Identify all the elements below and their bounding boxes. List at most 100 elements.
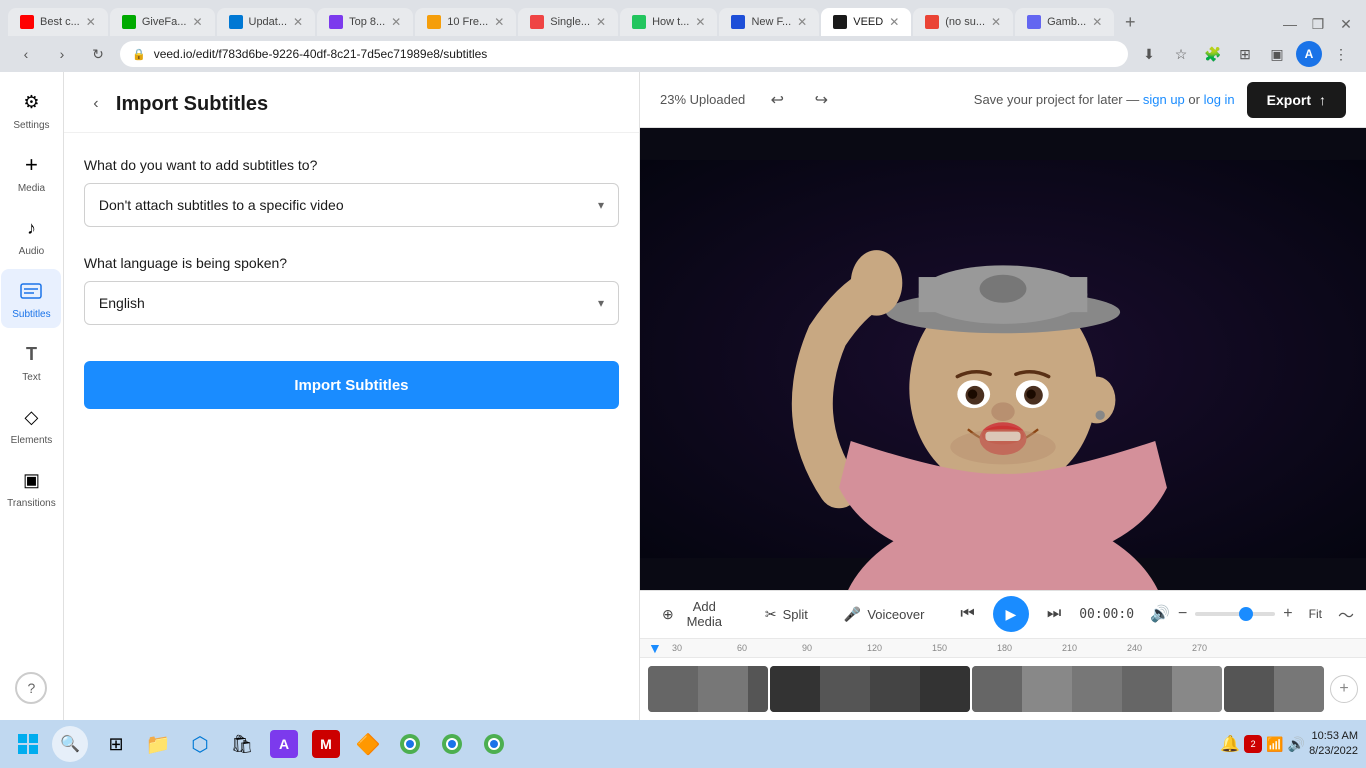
sidebar-item-media[interactable]: + Media — [1, 143, 61, 202]
taskbar-clock[interactable]: 10:53 AM 8/23/2022 — [1309, 729, 1358, 760]
skip-forward-button[interactable]: ⏭ — [1037, 599, 1071, 629]
subtitle-target-select[interactable]: Don't attach subtitles to a specific vid… — [84, 183, 619, 227]
profile-menu-icon[interactable]: ⊞ — [1232, 41, 1258, 67]
sidebar-item-text[interactable]: T Text — [1, 332, 61, 391]
export-button[interactable]: Export ↑ — [1247, 82, 1346, 118]
sidebar-item-elements[interactable]: ◇ Elements — [1, 395, 61, 454]
taskbar-app-taskview[interactable]: ⊞ — [96, 724, 136, 764]
tab-5[interactable]: 10 Fre... ✕ — [415, 8, 516, 36]
skip-back-button[interactable]: ⏮ — [950, 599, 984, 629]
filter-icon: ▼ — [648, 640, 668, 656]
ruler-mark-180: 180 — [993, 643, 1058, 653]
maximize-button[interactable]: ❐ — [1306, 12, 1330, 36]
fit-button[interactable]: Fit — [1301, 603, 1330, 625]
ruler-marks: 30 60 90 120 150 180 210 240 270 — [668, 643, 1358, 653]
profile-avatar[interactable]: A — [1296, 41, 1322, 67]
track-clip-3[interactable] — [972, 666, 1222, 712]
split-button[interactable]: ✂ Split — [755, 600, 818, 629]
track-clip-4[interactable] — [1224, 666, 1324, 712]
tab-1[interactable]: Best c... ✕ — [8, 8, 108, 36]
tab-close-3[interactable]: ✕ — [293, 15, 303, 29]
sidebar-item-settings[interactable]: ⚙ Settings — [1, 80, 61, 139]
tab-6[interactable]: Single... ✕ — [518, 8, 618, 36]
log-in-link[interactable]: log in — [1204, 92, 1235, 107]
new-tab-button[interactable]: + — [1116, 8, 1144, 36]
tab-label-7: How t... — [652, 16, 689, 28]
voiceover-button[interactable]: 🎤 Voiceover — [834, 600, 935, 629]
tab-label-4: Top 8... — [349, 16, 385, 28]
sidebar-toggle-icon[interactable]: ▣ — [1264, 41, 1290, 67]
menu-icon[interactable]: ⋮ — [1328, 41, 1354, 67]
refresh-button[interactable]: ↻ — [84, 40, 112, 68]
tab-3[interactable]: Updat... ✕ — [217, 8, 316, 36]
play-button[interactable]: ▶ — [993, 596, 1029, 632]
taskbar-app-custom1[interactable]: A — [264, 724, 304, 764]
undo-button[interactable]: ↩ — [761, 84, 793, 116]
tab-close-10[interactable]: ✕ — [991, 15, 1001, 29]
taskbar-app-antivirus[interactable]: M — [306, 724, 346, 764]
tab-close-9[interactable]: ✕ — [889, 15, 899, 29]
taskbar-app-store[interactable]: 🛍 — [222, 724, 262, 764]
extension-icon[interactable]: 🧩 — [1200, 41, 1226, 67]
volume-icon[interactable]: 🔊 — [1288, 736, 1305, 753]
panel-content: What do you want to add subtitles to? Do… — [64, 133, 639, 433]
taskbar-app-filemanager[interactable]: 📁 — [138, 724, 178, 764]
tab-label-1: Best c... — [40, 16, 80, 28]
tab-close-5[interactable]: ✕ — [494, 15, 504, 29]
video-container — [640, 128, 1366, 590]
tab-close-6[interactable]: ✕ — [596, 15, 606, 29]
close-window-button[interactable]: ✕ — [1334, 12, 1358, 36]
tab-label-8: New F... — [751, 16, 791, 28]
track-clip-1[interactable] — [648, 666, 768, 712]
export-arrow-icon: ↑ — [1319, 92, 1326, 108]
zoom-handle[interactable] — [1239, 607, 1253, 621]
back-nav-button[interactable]: ‹ — [12, 40, 40, 68]
add-clip-button[interactable]: + — [1330, 675, 1358, 703]
zoom-in-icon[interactable]: + — [1283, 605, 1292, 623]
tab-4[interactable]: Top 8... ✕ — [317, 8, 413, 36]
help-button[interactable]: ? — [15, 672, 47, 704]
download-icon[interactable]: ⬇ — [1136, 41, 1162, 67]
tab-close-1[interactable]: ✕ — [86, 15, 96, 29]
clip-thumb-14 — [1274, 666, 1324, 712]
tab-close-4[interactable]: ✕ — [391, 15, 401, 29]
tab-2[interactable]: GiveFa... ✕ — [110, 8, 215, 36]
forward-nav-button[interactable]: › — [48, 40, 76, 68]
language-select[interactable]: English ▾ — [84, 281, 619, 325]
minimize-button[interactable]: — — [1278, 12, 1302, 36]
import-subtitles-button[interactable]: Import Subtitles — [84, 361, 619, 409]
taskbar-search-button[interactable]: 🔍 — [52, 726, 88, 762]
notification-bell-icon[interactable]: 🔔 — [1220, 734, 1240, 754]
notification-count[interactable]: 2 — [1244, 735, 1262, 753]
tab-close-11[interactable]: ✕ — [1092, 15, 1102, 29]
language-section: What language is being spoken? English ▾ — [84, 255, 619, 325]
tab-close-2[interactable]: ✕ — [192, 15, 202, 29]
sidebar-item-subtitles[interactable]: Subtitles — [1, 269, 61, 328]
address-input[interactable]: 🔒 veed.io/edit/f783d6be-9226-40df-8c21-7… — [120, 41, 1128, 67]
redo-button[interactable]: ↪ — [805, 84, 837, 116]
back-button[interactable]: ‹ — [84, 92, 108, 116]
star-icon[interactable]: ☆ — [1168, 41, 1194, 67]
taskbar-app-vlc[interactable]: 🔶 — [348, 724, 388, 764]
taskbar-app-chrome2[interactable] — [432, 724, 472, 764]
tab-close-8[interactable]: ✕ — [797, 15, 807, 29]
tab-11[interactable]: Gamb... ✕ — [1015, 8, 1114, 36]
tab-10[interactable]: (no su... ✕ — [913, 8, 1013, 36]
zoom-out-icon[interactable]: − — [1178, 605, 1187, 623]
sign-up-link[interactable]: sign up — [1143, 92, 1185, 107]
start-button[interactable] — [8, 724, 48, 764]
taskbar-app-chrome3[interactable] — [474, 724, 514, 764]
taskbar-app-edge[interactable]: ⬡ — [180, 724, 220, 764]
add-media-button[interactable]: ⊕ Add Media — [652, 593, 739, 635]
tab-8[interactable]: New F... ✕ — [719, 8, 819, 36]
sidebar-item-audio[interactable]: ♪ Audio — [1, 206, 61, 265]
clip-thumb-3 — [748, 666, 768, 712]
taskbar-app-chrome1[interactable] — [390, 724, 430, 764]
zoom-slider[interactable] — [1195, 612, 1275, 616]
sidebar-item-transitions[interactable]: ▣ Transitions — [1, 458, 61, 517]
tab-close-7[interactable]: ✕ — [695, 15, 705, 29]
tab-9[interactable]: VEED ✕ — [821, 8, 911, 36]
address-bar: ‹ › ↻ 🔒 veed.io/edit/f783d6be-9226-40df-… — [0, 36, 1366, 72]
tab-7[interactable]: How t... ✕ — [620, 8, 717, 36]
track-clip-2[interactable] — [770, 666, 970, 712]
